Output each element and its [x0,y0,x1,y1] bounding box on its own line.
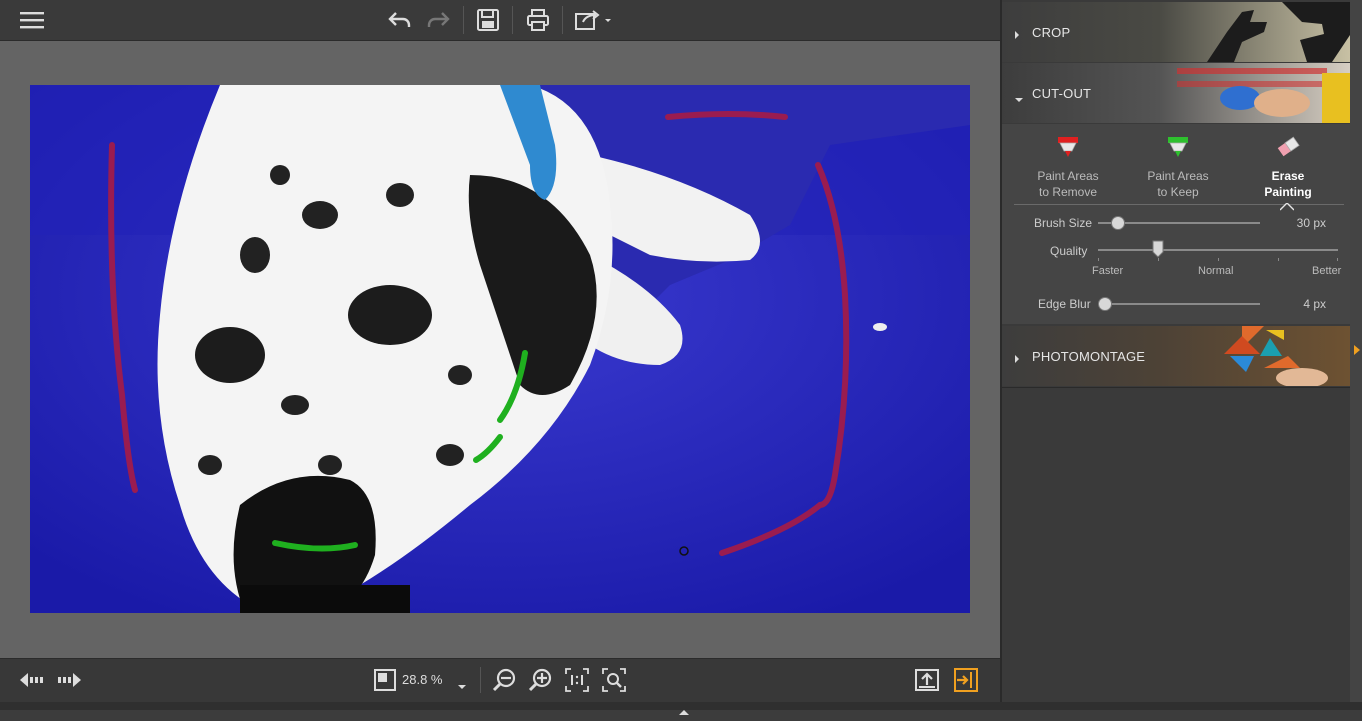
photomontage-section-label: PHOTOMONTAGE [1032,349,1146,364]
toolbar-divider [463,6,464,34]
edge-blur-track[interactable] [1098,303,1260,305]
chevron-down-icon [1014,90,1024,108]
quality-track[interactable] [1098,249,1338,251]
quality-ticks [1098,258,1338,262]
panel-divider [1002,387,1352,388]
red-marker-icon [1058,137,1078,157]
fit-to-window-icon[interactable] [601,667,627,698]
tool-label-line1: Erase [1271,169,1305,183]
chevron-right-icon [1014,351,1020,369]
save-icon[interactable] [474,6,502,34]
edge-blur-label: Edge Blur [1038,297,1091,311]
zoom-out-icon[interactable] [491,667,517,698]
paint-keep-tool[interactable]: Paint Areas to Keep [1133,134,1223,200]
fit-view-icon [374,669,396,696]
tool-label-line2: Painting [1264,185,1312,199]
collapse-panel-icon[interactable] [1354,343,1360,361]
eraser-icon [1277,136,1300,157]
previous-image-icon[interactable] [18,670,46,695]
paint-remove-tool[interactable]: Paint Areas to Remove [1023,134,1113,200]
share-icon[interactable] [574,6,614,34]
toolbar-divider [480,667,481,693]
brush-size-knob[interactable] [1111,216,1125,230]
quality-normal-label: Normal [1198,265,1234,277]
erase-painting-tool[interactable]: Erase Painting [1243,134,1333,200]
hamburger-menu-icon[interactable] [18,6,46,34]
print-icon[interactable] [524,6,552,34]
quality-faster-label: Faster [1092,265,1124,277]
crop-section-header[interactable]: CROP [1002,2,1352,62]
edit-panel: CROP CUT-OUT Paint Areas to Remove Paint… [1000,0,1362,702]
chevron-right-icon [1014,27,1020,45]
panel-edge [1350,0,1362,702]
toggle-panel-icon[interactable] [953,667,979,698]
undo-icon[interactable] [386,6,414,34]
export-image-icon[interactable] [914,667,940,698]
tool-label-line1: Paint Areas [1147,169,1209,183]
photo-canvas[interactable] [30,85,970,613]
tools-divider [1014,204,1344,205]
main-toolbar [0,0,1000,41]
zoom-dropdown[interactable]: 28.8 % [372,667,472,693]
redo-icon[interactable] [424,6,452,34]
bottom-toolbar: 28.8 % [0,658,1000,703]
edge-blur-value: 4 px [1303,297,1326,311]
tool-label-line1: Paint Areas [1037,169,1099,183]
edge-blur-knob[interactable] [1098,297,1112,311]
cutout-tools: Paint Areas to Remove Paint Areas to Keep … [1002,124,1352,324]
tool-label-line2: to Keep [1157,185,1199,199]
crop-section-label: CROP [1032,25,1071,40]
quality-better-label: Better [1312,265,1342,277]
cutout-section-label: CUT-OUT [1032,86,1092,101]
actual-size-icon[interactable] [564,667,590,698]
chevron-up-icon[interactable] [678,703,690,721]
green-marker-icon [1168,137,1188,157]
zoom-in-icon[interactable] [527,667,553,698]
next-image-icon[interactable] [55,670,83,695]
tool-label-line2: to Remove [1038,185,1098,199]
toolbar-divider [512,6,513,34]
active-tool-pointer [1279,198,1295,216]
brush-size-value: 30 px [1296,216,1326,230]
quality-label: Quality [1050,244,1088,258]
status-strip [0,702,1362,715]
zoom-level: 28.8 % [402,672,443,687]
cutout-section-header[interactable]: CUT-OUT [1002,63,1352,123]
chevron-down-icon [457,677,467,695]
canvas-workspace [0,41,1000,658]
photomontage-section-header[interactable]: PHOTOMONTAGE [1002,326,1352,386]
brush-size-label: Brush Size [1034,216,1093,230]
toolbar-divider [562,6,563,34]
